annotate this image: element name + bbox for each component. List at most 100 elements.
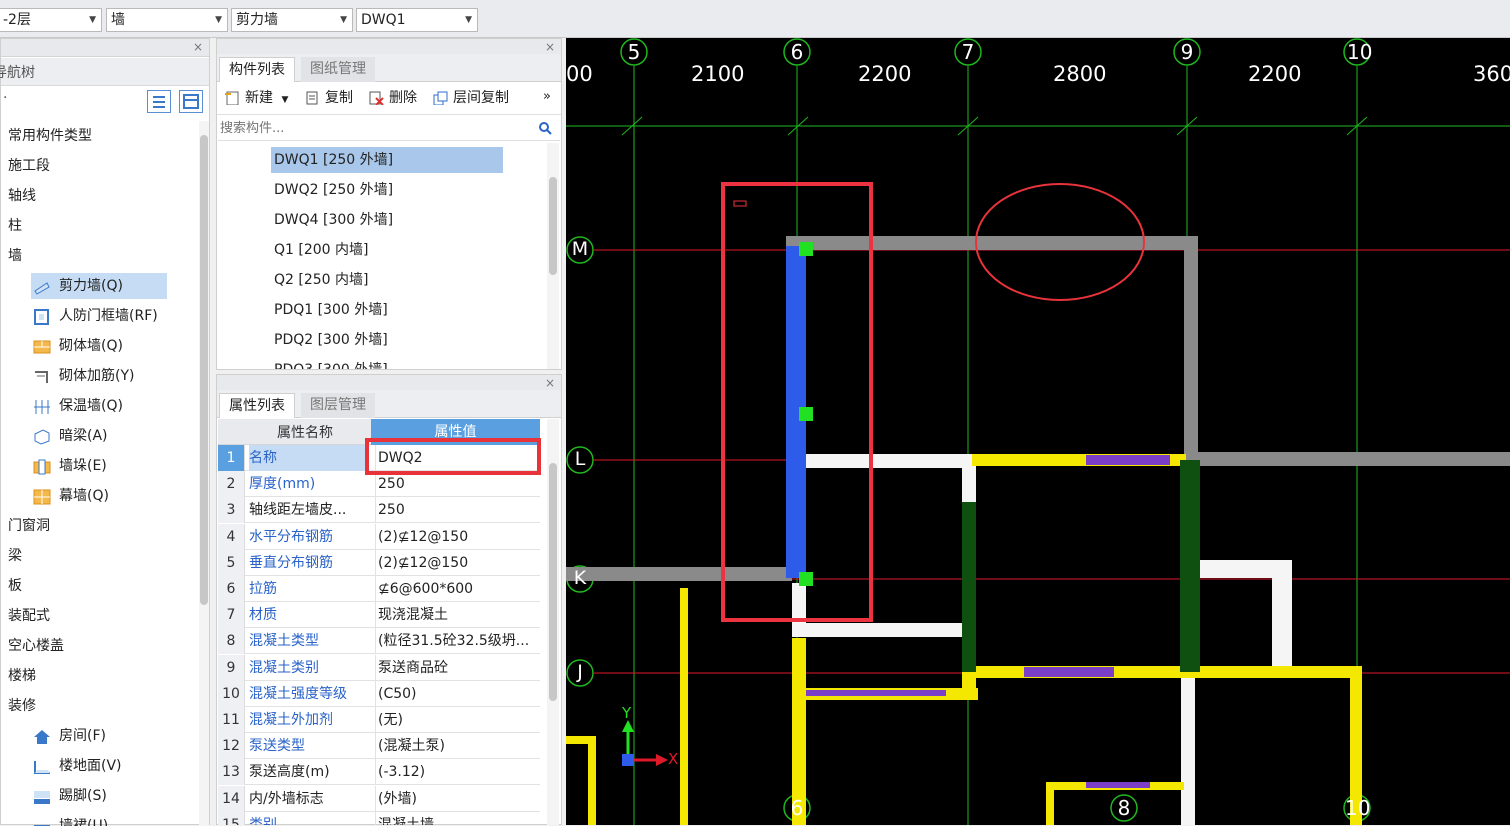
close-icon[interactable]: × — [545, 376, 555, 390]
property-row[interactable]: 12 泵送类型 (混凝土泵) — [218, 733, 540, 760]
property-row[interactable]: 14 内/外墙标志 (外墙) — [218, 785, 540, 812]
property-row[interactable]: 10 混凝土强度等级 (C50) — [218, 680, 540, 707]
nav-item[interactable]: 板 — [8, 575, 22, 597]
nav-subitem[interactable]: 楼地面(V) — [31, 753, 122, 779]
property-scrollbar[interactable] — [547, 419, 559, 825]
component-list-item[interactable]: DWQ2 [250 外墙] — [271, 177, 393, 203]
nav-item[interactable]: 轴线 — [8, 185, 36, 207]
insulation-wall-icon — [33, 398, 51, 414]
component-list-item[interactable]: PDQ2 [300 外墙] — [271, 327, 388, 353]
component-list-item[interactable]: Q2 [250 内墙] — [271, 267, 368, 293]
list-view-icon[interactable] — [147, 90, 171, 113]
close-icon[interactable]: × — [545, 40, 555, 54]
nav-item[interactable]: 柱 — [8, 215, 22, 237]
property-row[interactable]: 6 拉筋 ⊈6@600*600 — [218, 576, 540, 602]
component-list-item[interactable]: DWQ1 [250 外墙] — [271, 147, 503, 173]
property-scroll-thumb[interactable] — [549, 463, 557, 701]
property-value[interactable]: 现浇混凝土 — [375, 602, 537, 629]
nav-subitem[interactable]: 保温墙(Q) — [31, 393, 123, 419]
property-name: 类别 — [249, 816, 277, 825]
row-number: 15 — [218, 811, 245, 825]
property-value[interactable]: (2)⊈12@150 — [375, 523, 537, 550]
new-button[interactable]: 新建 ▼ — [223, 83, 288, 113]
tab-drawing-manage[interactable]: 图纸管理 — [301, 57, 375, 82]
nav-item[interactable]: 常用构件类型 — [8, 125, 92, 147]
nav-scroll-thumb[interactable] — [200, 135, 208, 605]
property-value[interactable]: (-3.12) — [375, 759, 537, 786]
component-list-item[interactable]: PDQ1 [300 外墙] — [271, 297, 388, 323]
property-value[interactable]: 混凝土墙 — [375, 811, 537, 825]
card-view-icon[interactable] — [179, 90, 203, 113]
property-value[interactable]: (无) — [375, 707, 537, 733]
property-value[interactable]: (外墙) — [375, 785, 537, 812]
delete-button[interactable]: 删除 — [367, 83, 417, 113]
nav-subitem[interactable]: 踢脚(S) — [31, 783, 107, 809]
component-list-item[interactable]: Q1 [200 内墙] — [271, 237, 368, 263]
property-value[interactable]: 250 — [375, 471, 537, 498]
more-tools-icon[interactable]: » — [543, 89, 551, 104]
property-value[interactable]: (C50) — [375, 680, 537, 707]
property-value[interactable]: 泵送商品砼 — [375, 654, 537, 681]
nav-subitem[interactable]: 房间(F) — [31, 723, 106, 749]
property-row[interactable]: 13 泵送高度(m) (-3.12) — [218, 759, 540, 786]
nav-item[interactable]: 装配式 — [8, 605, 50, 627]
component-scroll-thumb[interactable] — [549, 177, 557, 275]
component-select[interactable]: DWQ1 ▼ — [356, 8, 478, 32]
nav-subitem[interactable]: 砌体加筋(Y) — [31, 363, 134, 389]
nav-item[interactable]: 梁 — [8, 545, 22, 567]
nav-subitem[interactable]: 幕墙(Q) — [31, 483, 109, 509]
component-search-input[interactable] — [218, 117, 532, 139]
nav-item[interactable]: 门窗洞 — [8, 515, 50, 537]
property-row[interactable]: 11 混凝土外加剂 (无) — [218, 707, 540, 733]
tab-layer-manage[interactable]: 图层管理 — [301, 393, 375, 418]
property-row[interactable]: 7 材质 现浇混凝土 — [218, 602, 540, 629]
nav-item[interactable]: 施工段 — [8, 155, 50, 177]
search-icon[interactable] — [538, 121, 552, 135]
property-value[interactable]: (粒径31.5砼32.5级坍... — [375, 628, 537, 655]
floor-select-value: -2层 — [3, 12, 31, 28]
category-select[interactable]: 墙 ▼ — [106, 8, 228, 32]
floor-copy-button[interactable]: 层间复制 — [431, 83, 509, 113]
nav-subitem[interactable]: 砌体墙(Q) — [31, 333, 123, 359]
nav-subitem[interactable]: 暗梁(A) — [31, 423, 108, 449]
nav-subitem[interactable]: 人防门框墙(RF) — [31, 303, 158, 329]
component-list-scrollbar[interactable] — [547, 143, 559, 369]
property-value[interactable]: 250 — [375, 497, 537, 524]
copy-button[interactable]: 复制 — [303, 83, 353, 113]
nav-item[interactable]: 装修 — [8, 695, 36, 717]
property-name: 材质 — [249, 607, 277, 624]
property-name: 内/外墙标志 — [249, 790, 324, 807]
type-select[interactable]: 剪力墙 ▼ — [231, 8, 353, 32]
property-row[interactable]: 5 垂直分布钢筋 (2)⊈12@150 — [218, 549, 540, 576]
selector-bar: -2层 ▼ 墙 ▼ 剪力墙 ▼ DWQ1 ▼ — [0, 0, 1510, 38]
component-list-item[interactable]: PDQ3 [300 外墙] — [271, 357, 388, 369]
nav-subitem[interactable]: 墙垛(E) — [31, 453, 107, 479]
property-value[interactable]: (2)⊈12@150 — [375, 549, 537, 576]
close-icon[interactable]: × — [193, 40, 203, 54]
chevron-down-icon: ▼ — [465, 15, 472, 25]
property-row[interactable]: 4 水平分布钢筋 (2)⊈12@150 — [218, 523, 540, 550]
property-row[interactable]: 3 轴线距左墙皮... 250 — [218, 497, 540, 524]
property-name: 泵送类型 — [249, 738, 305, 755]
floor-plan-drawing[interactable] — [566, 38, 1510, 825]
property-name: 厚度(mm) — [249, 476, 316, 493]
property-row[interactable]: 9 混凝土类别 泵送商品砼 — [218, 654, 540, 681]
property-value[interactable]: ⊈6@600*600 — [375, 576, 537, 602]
nav-subitem[interactable]: 剪力墙(Q) — [31, 273, 167, 299]
chevron-down-icon: ▼ — [340, 15, 347, 25]
nav-item[interactable]: 空心楼盖 — [8, 635, 64, 657]
property-value[interactable]: (混凝土泵) — [375, 733, 537, 760]
floor-select[interactable]: -2层 ▼ — [0, 8, 102, 32]
tab-component-list[interactable]: 构件列表 — [219, 57, 295, 82]
copy-icon — [306, 91, 318, 105]
component-list-item[interactable]: DWQ4 [300 外墙] — [271, 207, 393, 233]
nav-scrollbar[interactable] — [199, 121, 209, 826]
nav-item[interactable]: 墙 — [8, 245, 22, 267]
nav-item[interactable]: 楼梯 — [8, 665, 36, 687]
property-row[interactable]: 15 类别 混凝土墙 — [218, 811, 540, 825]
nav-subitem[interactable]: 墙裙(U) — [31, 813, 108, 826]
property-row[interactable]: 2 厚度(mm) 250 — [218, 471, 540, 498]
property-row[interactable]: 8 混凝土类型 (粒径31.5砼32.5级坍... — [218, 628, 540, 655]
tab-property-list[interactable]: 属性列表 — [219, 393, 295, 418]
drawing-canvas[interactable]: 5 6 7 9 10 6 8 10 M L K J 00 2100 2200 2800 2200 360 X Y — [566, 38, 1510, 825]
